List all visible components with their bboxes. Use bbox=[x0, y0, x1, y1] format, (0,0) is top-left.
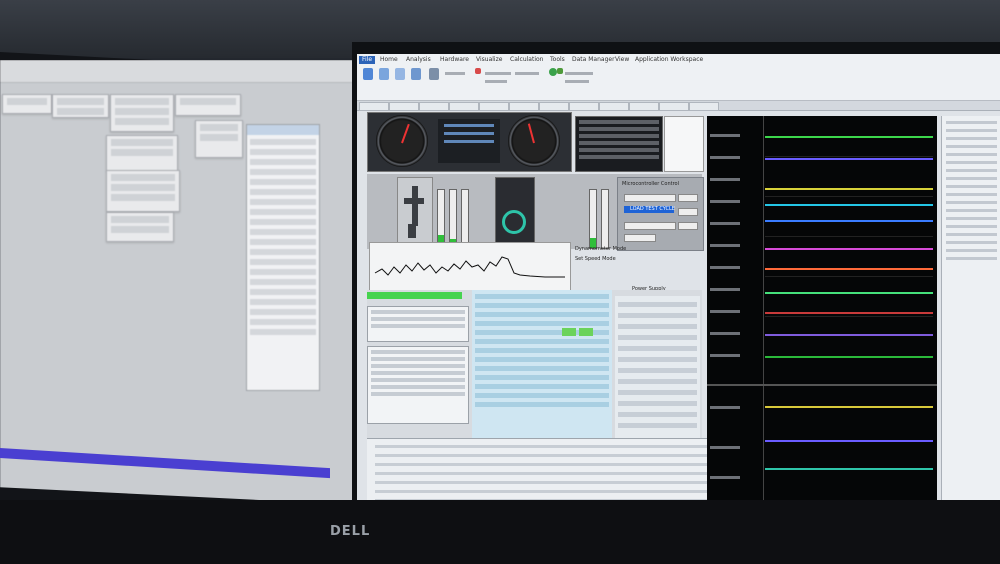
doc-tab[interactable] bbox=[479, 102, 509, 111]
left-monitor-screen bbox=[0, 60, 362, 505]
left-info-panel bbox=[2, 94, 52, 114]
plot-trace bbox=[765, 292, 933, 294]
plot-trace bbox=[765, 312, 933, 314]
left-variable-list bbox=[246, 124, 320, 391]
parameter-table bbox=[367, 346, 469, 424]
left-window-titlebar bbox=[0, 60, 362, 83]
signal-table bbox=[575, 116, 663, 172]
plot-trace bbox=[765, 356, 933, 358]
signal-value-table bbox=[472, 290, 612, 460]
plot-trace bbox=[765, 248, 933, 250]
plot-trace bbox=[765, 440, 933, 442]
doc-tab[interactable] bbox=[629, 102, 659, 111]
level-bar bbox=[589, 189, 597, 249]
doc-tab[interactable] bbox=[359, 102, 389, 111]
left-info-panel bbox=[52, 94, 109, 118]
go-online-icon[interactable] bbox=[549, 68, 557, 76]
plot-trace bbox=[765, 158, 933, 160]
doc-tab[interactable] bbox=[569, 102, 599, 111]
plot-trace bbox=[765, 136, 933, 138]
toolbar-icon[interactable] bbox=[429, 68, 439, 80]
photo-scene: File Home Analysis Hardware Visualize Ca… bbox=[0, 0, 1000, 564]
left-info-panel bbox=[195, 120, 243, 158]
record-icon[interactable] bbox=[475, 68, 481, 74]
doc-tab[interactable] bbox=[389, 102, 419, 111]
gear-shifter-display bbox=[397, 177, 433, 247]
ribbon-tab-visualize[interactable]: Visualize bbox=[473, 56, 505, 64]
empty-display-box bbox=[664, 116, 704, 172]
dyno-mode-radio[interactable]: Dynamometer Mode bbox=[575, 246, 626, 252]
pause-button[interactable] bbox=[678, 208, 698, 216]
ribbon-tab-calculation[interactable]: Calculation bbox=[507, 56, 546, 64]
plot-trace bbox=[765, 268, 933, 270]
level-bar bbox=[437, 189, 445, 246]
level-bar bbox=[461, 189, 469, 246]
ribbon-tab-home[interactable]: Home bbox=[377, 56, 401, 64]
plot-trace bbox=[765, 334, 933, 336]
stop-button[interactable] bbox=[678, 222, 698, 230]
right-monitor-screen: File Home Analysis Hardware Visualize Ca… bbox=[357, 54, 1000, 534]
level-bar bbox=[601, 189, 609, 249]
mode-options: Dynamometer Mode Set Speed Mode bbox=[575, 246, 695, 262]
plot-trace bbox=[765, 204, 933, 206]
speed-mode-radio[interactable]: Set Speed Mode bbox=[575, 256, 616, 262]
doc-tab[interactable] bbox=[509, 102, 539, 111]
speedometer-gauge bbox=[376, 115, 428, 167]
doc-tab[interactable] bbox=[689, 102, 719, 111]
monitor-stand-area bbox=[0, 500, 1000, 564]
plot-trace bbox=[765, 468, 933, 470]
doc-tab[interactable] bbox=[449, 102, 479, 111]
left-info-panel bbox=[106, 212, 174, 242]
ribbon-tab-hardware[interactable]: Hardware bbox=[437, 56, 472, 64]
doc-tab[interactable] bbox=[539, 102, 569, 111]
ribbon-tab-view[interactable]: View bbox=[612, 56, 632, 64]
signal-plot bbox=[707, 116, 937, 504]
micro-title: Microcontroller Control bbox=[622, 181, 679, 187]
doc-tab[interactable] bbox=[419, 102, 449, 111]
status-bar bbox=[367, 292, 462, 299]
manual-control-dial bbox=[495, 177, 535, 249]
brand-logo: DELL bbox=[330, 524, 371, 539]
gauge-readout bbox=[438, 119, 500, 163]
left-info-panel bbox=[106, 135, 178, 171]
plot-trace bbox=[765, 220, 933, 222]
instrument-cluster bbox=[367, 112, 572, 172]
toolbar-icon[interactable] bbox=[363, 68, 373, 80]
left-info-panel bbox=[106, 170, 180, 212]
ok-cell bbox=[562, 328, 576, 336]
ok-cell bbox=[579, 328, 593, 336]
left-info-panel bbox=[110, 94, 174, 132]
waveform-plot bbox=[369, 242, 571, 294]
doc-tab[interactable] bbox=[599, 102, 629, 111]
ribbon-tab-analysis[interactable]: Analysis bbox=[403, 56, 434, 64]
parameter-table bbox=[367, 306, 469, 342]
microcontroller-panel: Microcontroller Control LOAD TEST CYCLE bbox=[617, 177, 704, 251]
left-info-panel bbox=[175, 94, 241, 116]
app-ribbon: File Home Analysis Hardware Visualize Ca… bbox=[357, 54, 1000, 101]
ribbon-tab-file[interactable]: File bbox=[359, 56, 376, 64]
document-tab-strip bbox=[357, 101, 1000, 111]
load-test-cycle-button[interactable]: LOAD TEST CYCLE bbox=[624, 206, 675, 213]
ribbon-tab-tools[interactable]: Tools bbox=[547, 56, 568, 64]
level-bar bbox=[449, 189, 457, 246]
waveform-svg bbox=[374, 256, 565, 278]
toolbar-icon[interactable] bbox=[395, 68, 405, 80]
ribbon-tab-data-manager[interactable]: Data Manager bbox=[569, 56, 618, 64]
ribbon-tab-workspace[interactable]: Application Workspace bbox=[632, 56, 706, 64]
tachometer-gauge bbox=[508, 115, 560, 167]
run-icon[interactable] bbox=[557, 68, 563, 74]
control-panel-area: Microcontroller Control LOAD TEST CYCLE bbox=[367, 174, 704, 251]
start-button[interactable] bbox=[678, 194, 698, 202]
plot-trace bbox=[765, 406, 933, 408]
doc-tab[interactable] bbox=[659, 102, 689, 111]
toolbar-icon[interactable] bbox=[379, 68, 389, 80]
properties-sidebar bbox=[941, 116, 1000, 534]
plot-trace bbox=[765, 188, 933, 190]
toolbar-icon[interactable] bbox=[411, 68, 421, 80]
status-ring-icon bbox=[502, 210, 526, 234]
